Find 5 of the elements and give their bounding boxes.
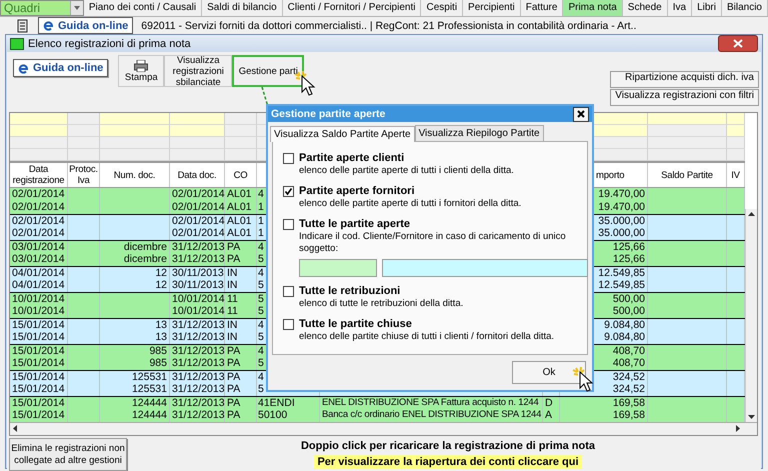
company-info: 692011 - Servizi forniti da dottori commercialisti.. | RegCont: 21 Professionista in contabilità ordinaria - Art.. (141, 20, 636, 32)
window-title: Elenco registrazioni di prima nota (28, 38, 192, 50)
option-description: elenco delle partite aperte di tutti i clienti della ditta. (299, 165, 515, 177)
dialog-title: Gestione partite aperte (271, 108, 386, 120)
hint-text: Doppio click per ricaricare la registrazione di prima nota (300, 440, 596, 452)
